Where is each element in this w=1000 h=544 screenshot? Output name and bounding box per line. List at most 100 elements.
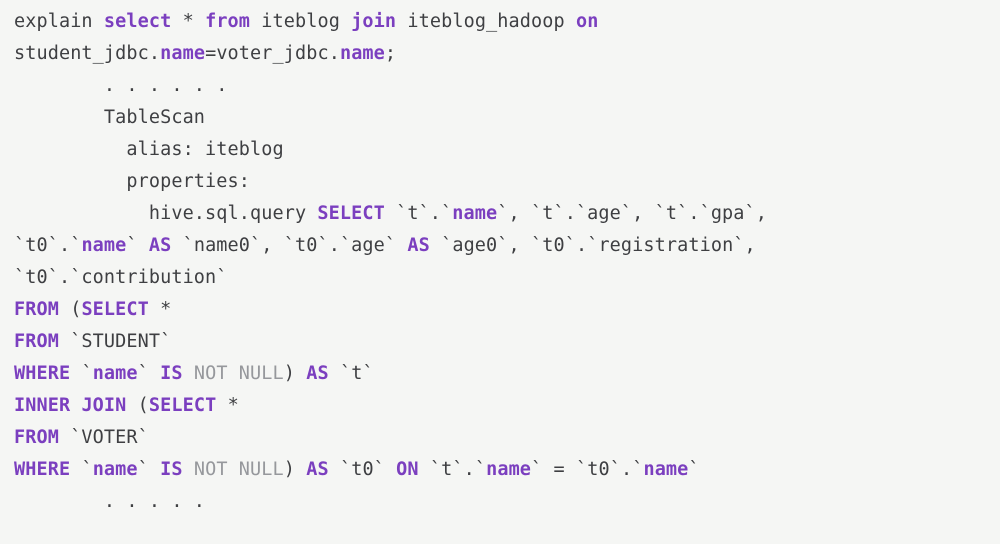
kw-select-cap3: SELECT [149, 395, 216, 416]
txt-lp1: ( [59, 299, 81, 320]
txt-explain: explain [14, 11, 93, 32]
txt-t0age: `t0`.`age` [273, 235, 397, 256]
txt-star1: * [171, 11, 193, 32]
txt-bname1e: ` [138, 363, 149, 384]
txt-bname2e: ` [138, 459, 149, 480]
kw-inner: INNER [14, 395, 70, 416]
line-16: . . . . . [14, 491, 205, 512]
kw-from4: FROM [14, 427, 59, 448]
kw-where1: WHERE [14, 363, 70, 384]
kw-as1: AS [138, 235, 172, 256]
txt-name0: `name0` [171, 235, 261, 256]
txt-notnull2: NOT NULL [183, 459, 284, 480]
code-block: explain select * from iteblog join itebl… [0, 0, 1000, 518]
kw-as3: AS [295, 363, 329, 384]
kw-select: select [104, 11, 171, 32]
txt-star2: * [149, 299, 171, 320]
txt-bname1: ` [70, 363, 92, 384]
op-dot2: . [329, 43, 340, 64]
txt-properties: properties: [14, 171, 250, 192]
txt-comma3: , [756, 203, 767, 224]
line-4: TableScan [14, 107, 205, 128]
kw-is1: IS [149, 363, 183, 384]
txt-voter: `VOTER` [59, 427, 149, 448]
kw-select-cap1: SELECT [306, 203, 385, 224]
txt-t0reg: `t0`.`registration` [520, 235, 745, 256]
line-5: alias: iteblog [14, 139, 284, 160]
nm-name7: name [486, 459, 531, 480]
line-7: hive.sql.query SELECT `t`.`name`, `t`.`a… [14, 203, 767, 224]
line-14: FROM `VOTER` [14, 427, 149, 448]
line-1: explain select * from iteblog join itebl… [14, 11, 598, 32]
txt-lp2: ( [126, 395, 148, 416]
nm-name3: name [452, 203, 497, 224]
line-15: WHERE `name` IS NOT NULL) AS `t0` ON `t`… [14, 459, 700, 480]
txt-comma4: , [261, 235, 272, 256]
txt-t-alias: `t` [329, 363, 374, 384]
kw-select-cap2: SELECT [81, 299, 148, 320]
txt-t0-alias: `t0` [329, 459, 385, 480]
txt-tage: `t`.`age` [520, 203, 632, 224]
nm-name4: name [81, 235, 126, 256]
txt-alias: alias: iteblog [14, 139, 284, 160]
nm-name2: name [340, 43, 385, 64]
kw-where2: WHERE [14, 459, 70, 480]
txt-star3: * [216, 395, 238, 416]
txt-t0dot: `t0`.` [576, 459, 643, 480]
kw-as2: AS [396, 235, 430, 256]
txt-tablescan: TableScan [14, 107, 205, 128]
txt-tgpa: `t`.`gpa` [643, 203, 755, 224]
line-12: WHERE `name` IS NOT NULL) AS `t` [14, 363, 374, 384]
txt-tdot: `t`.` [419, 459, 486, 480]
kw-on: on [565, 11, 599, 32]
txt-student: `STUDENT` [59, 331, 171, 352]
kw-on2: ON [385, 459, 419, 480]
txt-bname2: ` [70, 459, 92, 480]
txt-comma5: , [509, 235, 520, 256]
nm-name1: name [160, 43, 205, 64]
txt-t0contrib: `t0`.`contribution` [14, 267, 228, 288]
kw-from1: from [194, 11, 250, 32]
txt-comma6: , [745, 235, 756, 256]
txt-voter-jdbc: voter_jdbc [216, 43, 328, 64]
txt-comma2: , [632, 203, 643, 224]
txt-notnull1: NOT NULL [183, 363, 284, 384]
kw-is2: IS [149, 459, 183, 480]
txt-iteblog-hadoop: iteblog_hadoop [396, 11, 565, 32]
kw-as4: AS [295, 459, 329, 480]
line-10: FROM (SELECT * [14, 299, 171, 320]
nm-name8: name [643, 459, 688, 480]
txt-student-jdbc: student_jdbc [14, 43, 149, 64]
txt-iteblog: iteblog [250, 11, 340, 32]
kw-join1: join [340, 11, 396, 32]
op-eq1: = [205, 43, 216, 64]
line-11: FROM `STUDENT` [14, 331, 171, 352]
line-6: properties: [14, 171, 250, 192]
txt-bq1: ` [497, 203, 508, 224]
txt-t0name-pre: `t0`.` [14, 235, 81, 256]
op-dot1: . [149, 43, 160, 64]
txt-hivequery: hive.sql.query [14, 203, 306, 224]
kw-join2: JOIN [70, 395, 126, 416]
txt-bq3: ` [688, 459, 699, 480]
txt-bq-b: ` [126, 235, 137, 256]
line-9: `t0`.`contribution` [14, 267, 228, 288]
txt-dots1: . . . . . . [14, 75, 228, 96]
txt-rp1: ) [284, 363, 295, 384]
nm-name5: name [93, 363, 138, 384]
line-3: . . . . . . [14, 75, 228, 96]
txt-dots2: . . . . . [14, 491, 205, 512]
txt-comma1: , [509, 203, 520, 224]
op-semi: ; [385, 43, 396, 64]
line-13: INNER JOIN (SELECT * [14, 395, 239, 416]
txt-age0: `age0` [430, 235, 509, 256]
line-2: student_jdbc.name=voter_jdbc.name; [14, 43, 396, 64]
nm-name6: name [93, 459, 138, 480]
op-eq2: = [542, 459, 576, 480]
line-8: `t0`.`name` AS `name0`, `t0`.`age` AS `a… [14, 235, 756, 256]
txt-tname: `t`.` [385, 203, 452, 224]
txt-bq2: ` [531, 459, 542, 480]
kw-from3: FROM [14, 331, 59, 352]
txt-rp2: ) [284, 459, 295, 480]
kw-from2: FROM [14, 299, 59, 320]
